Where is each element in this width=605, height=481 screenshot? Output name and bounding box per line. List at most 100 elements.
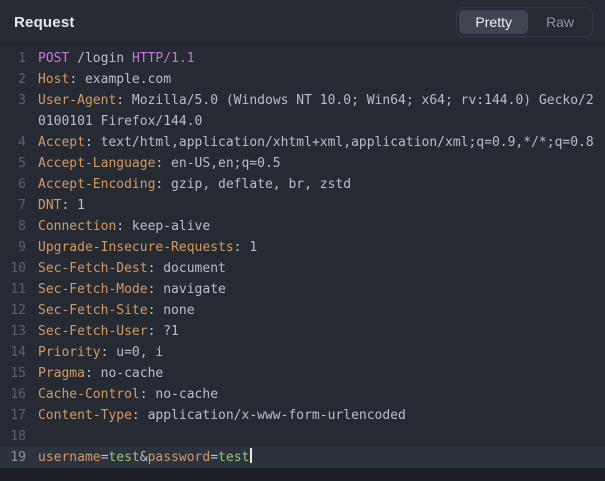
line-number: 2 xyxy=(0,69,26,90)
token-hname: username xyxy=(38,450,101,465)
code-line[interactable]: 2 Host: example.com xyxy=(0,69,605,90)
token-hname: DNT xyxy=(38,198,61,213)
token-hname: Connection xyxy=(38,219,116,234)
token-hname: Accept xyxy=(38,135,85,150)
line-number: 16 xyxy=(0,384,26,405)
token-plain: : example.com xyxy=(69,72,171,87)
code-line[interactable]: 3 User-Agent: Mozilla/5.0 (Windows NT 10.… xyxy=(0,90,605,132)
token-plain: : none xyxy=(148,303,195,318)
code-line[interactable]: 6 Accept-Encoding: gzip, deflate, br, zst… xyxy=(0,174,605,195)
view-toggle: PrettyRaw xyxy=(456,7,593,37)
token-hname: Priority xyxy=(38,345,101,360)
code-line[interactable]: 5 Accept-Language: en-US,en;q=0.5 xyxy=(0,153,605,174)
code-line[interactable]: 4 Accept: text/html,application/xhtml+xml… xyxy=(0,132,605,153)
token-hname: Host xyxy=(38,72,69,87)
line-number: 7 xyxy=(0,195,26,216)
line-content: DNT: 1 xyxy=(38,195,596,216)
token-plain: : no-cache xyxy=(85,366,163,381)
line-content: Sec-Fetch-User: ?1 xyxy=(38,321,596,342)
token-hname: Sec-Fetch-User xyxy=(38,324,148,339)
code-line[interactable]: 19 username=test&password=test xyxy=(0,447,605,468)
token-plain: : ?1 xyxy=(148,324,179,339)
code-line[interactable]: 18 xyxy=(0,426,605,447)
token-plain: : gzip, deflate, br, zstd xyxy=(155,177,351,192)
line-number: 15 xyxy=(0,363,26,384)
token-plain: : navigate xyxy=(148,282,226,297)
scrollbar-track[interactable] xyxy=(0,468,605,481)
line-number: 9 xyxy=(0,237,26,258)
token-value: test xyxy=(108,450,139,465)
line-content: Accept-Encoding: gzip, deflate, br, zstd xyxy=(38,174,596,195)
line-number: 3 xyxy=(0,90,26,111)
line-number: 6 xyxy=(0,174,26,195)
line-number: 12 xyxy=(0,300,26,321)
view-tab-pretty[interactable]: Pretty xyxy=(459,10,528,34)
line-number: 19 xyxy=(0,447,26,468)
token-plain: : keep-alive xyxy=(116,219,210,234)
line-content: User-Agent: Mozilla/5.0 (Windows NT 10.0… xyxy=(38,90,596,132)
code-line[interactable]: 9Upgrade-Insecure-Requests: 1 xyxy=(0,237,605,258)
panel-title: Request xyxy=(14,14,75,31)
line-number: 13 xyxy=(0,321,26,342)
code-line[interactable]: 7 DNT: 1 xyxy=(0,195,605,216)
code-line[interactable]: 14 Priority: u=0, i xyxy=(0,342,605,363)
line-content: Accept-Language: en-US,en;q=0.5 xyxy=(38,153,596,174)
token-hname: Pragma xyxy=(38,366,85,381)
code-line[interactable]: 16 Cache-Control: no-cache xyxy=(0,384,605,405)
line-number: 10 xyxy=(0,258,26,279)
line-number: 11 xyxy=(0,279,26,300)
line-content: Priority: u=0, i xyxy=(38,342,596,363)
token-plain: : u=0, i xyxy=(101,345,164,360)
line-content xyxy=(38,426,596,447)
code-line[interactable]: 13 Sec-Fetch-User: ?1 xyxy=(0,321,605,342)
token-hname: User-Agent xyxy=(38,93,116,108)
view-tab-raw[interactable]: Raw xyxy=(530,10,590,34)
token-plain: : no-cache xyxy=(140,387,218,402)
code-line[interactable]: 10 Sec-Fetch-Dest: document xyxy=(0,258,605,279)
line-content: Content-Type: application/x-www-form-url… xyxy=(38,405,596,426)
line-number: 4 xyxy=(0,132,26,153)
line-content: Accept: text/html,application/xhtml+xml,… xyxy=(38,132,596,153)
line-number: 17 xyxy=(0,405,26,426)
token-plain: : 1 xyxy=(61,198,84,213)
line-number: 18 xyxy=(0,426,26,447)
code-line[interactable]: 11 Sec-Fetch-Mode: navigate xyxy=(0,279,605,300)
token-plain: /login xyxy=(69,51,132,66)
token-plain: : text/html,application/xhtml+xml,applic… xyxy=(85,135,594,150)
line-content: Connection: keep-alive xyxy=(38,216,596,237)
token-hname: Sec-Fetch-Dest xyxy=(38,261,148,276)
line-content: Sec-Fetch-Mode: navigate xyxy=(38,279,596,300)
token-plain: : document xyxy=(148,261,226,276)
request-editor[interactable]: 1POST /login HTTP/1.12Host: example.com3… xyxy=(0,45,605,468)
code-line[interactable]: 17 Content-Type: application/x-www-form-u… xyxy=(0,405,605,426)
code-line[interactable]: 12 Sec-Fetch-Site: none xyxy=(0,300,605,321)
line-number: 8 xyxy=(0,216,26,237)
line-content: POST /login HTTP/1.1 xyxy=(38,48,596,69)
token-hname: Accept-Encoding xyxy=(38,177,155,192)
line-content: Sec-Fetch-Dest: document xyxy=(38,258,596,279)
token-hname: Sec-Fetch-Mode xyxy=(38,282,148,297)
token-method: POST xyxy=(38,51,69,66)
token-hname: Content-Type xyxy=(38,408,132,423)
code-line[interactable]: 8 Connection: keep-alive xyxy=(0,216,605,237)
token-plain: & xyxy=(140,450,148,465)
line-content: username=test&password=test xyxy=(38,447,596,468)
request-header: Request PrettyRaw xyxy=(0,0,605,45)
line-number: 5 xyxy=(0,153,26,174)
text-cursor xyxy=(250,448,252,463)
token-hname: Sec-Fetch-Site xyxy=(38,303,148,318)
token-value: test xyxy=(218,450,249,465)
request-panel: Request PrettyRaw 1POST /login HTTP/1.12… xyxy=(0,0,605,481)
token-hname: Upgrade-Insecure-Requests xyxy=(38,240,234,255)
line-content: Pragma: no-cache xyxy=(38,363,596,384)
code-line[interactable]: 1 POST /login HTTP/1.1 xyxy=(0,48,605,69)
token-hname: Accept-Language xyxy=(38,156,155,171)
line-number: 14 xyxy=(0,342,26,363)
code-line[interactable]: 15 Pragma: no-cache xyxy=(0,363,605,384)
line-number: 1 xyxy=(0,48,26,69)
line-content: Sec-Fetch-Site: none xyxy=(38,300,596,321)
token-hname: Cache-Control xyxy=(38,387,140,402)
line-content: Cache-Control: no-cache xyxy=(38,384,596,405)
line-content: Host: example.com xyxy=(38,69,596,90)
token-plain: : en-US,en;q=0.5 xyxy=(155,156,280,171)
